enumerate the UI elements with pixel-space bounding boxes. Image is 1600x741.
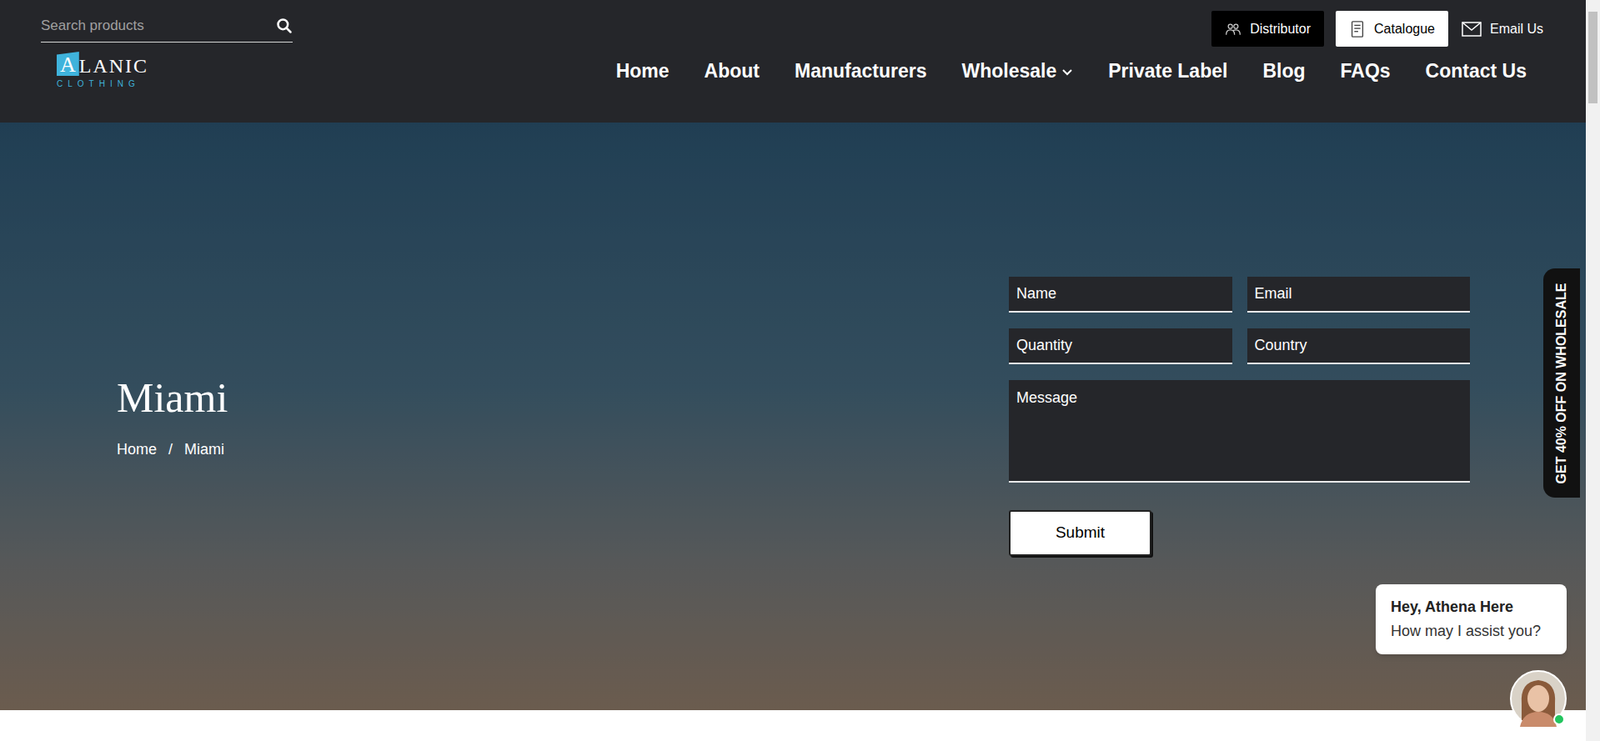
breadcrumb-item: / (168, 438, 173, 462)
wholesale-side-tab[interactable]: GET 40% OFF ON WHOLESALE (1543, 268, 1580, 498)
form-field[interactable] (1247, 276, 1471, 313)
top-action-button[interactable]: Catalogue (1335, 10, 1449, 47)
top-action-label: Distributor (1249, 19, 1311, 40)
nav-label: Private Label (1108, 56, 1228, 86)
nav-label: Blog (1262, 56, 1305, 86)
nav-item[interactable]: FAQs (1340, 56, 1391, 86)
scrollbar[interactable] (1585, 0, 1600, 741)
distributor-icon (1224, 20, 1242, 38)
page-content (0, 710, 1586, 741)
chat-bubble[interactable]: Hey, Athena Here How may I assist you? (1375, 584, 1567, 655)
breadcrumb: Home / Miami (116, 438, 1009, 462)
scrollbar-thumb[interactable] (1588, 11, 1598, 104)
search-input[interactable] (40, 15, 276, 37)
logo[interactable]: A LANIC CLOTHING (56, 51, 149, 91)
catalogue-icon (1349, 20, 1366, 39)
nav-item[interactable]: Home (616, 56, 670, 86)
hero-photo: Miami Home / Miami Submit GET 40% OFF ON W… (0, 122, 1586, 711)
nav-item[interactable]: About (704, 56, 760, 86)
form-field[interactable] (1008, 276, 1233, 313)
message-field[interactable] (1008, 380, 1470, 483)
chat-avatar[interactable] (1509, 670, 1567, 728)
nav-label: Home (616, 56, 670, 86)
search-icon[interactable] (275, 17, 293, 35)
logo-tagline: CLOTHING (56, 77, 149, 91)
top-action-button[interactable]: Distributor (1211, 10, 1325, 47)
breadcrumb-item[interactable]: Home (116, 438, 157, 462)
nav-label: About (704, 56, 760, 86)
top-action-label: Email Us (1489, 19, 1544, 40)
nav-item[interactable]: Private Label (1108, 56, 1228, 86)
nav-label: Contact Us (1425, 56, 1527, 86)
nav-item[interactable]: Manufacturers (794, 56, 927, 86)
nav-item[interactable]: Contact Us (1425, 56, 1527, 86)
page-title: Miami (116, 371, 1009, 425)
form-field[interactable] (1247, 328, 1471, 365)
nav-label: Wholesale (961, 56, 1057, 86)
search-bar[interactable] (40, 15, 293, 43)
chevron-down-icon (1061, 66, 1074, 79)
hero-heading: Miami Home / Miami (116, 371, 1009, 462)
site-header: Distributor Catalogue Email Us A LANIC CLO… (0, 0, 1586, 123)
top-action-label: Catalogue (1374, 19, 1435, 40)
top-action-button[interactable]: Email Us (1459, 10, 1545, 47)
submit-button[interactable]: Submit (1008, 510, 1152, 557)
logo-initial: A (56, 51, 80, 76)
online-status-dot (1553, 713, 1565, 726)
logo-text: LANIC (79, 55, 149, 76)
breadcrumb-item[interactable]: Miami (184, 438, 225, 462)
nav-item[interactable]: Blog (1262, 56, 1305, 86)
chat-message: How may I assist you? (1390, 620, 1552, 643)
top-actions: Distributor Catalogue Email Us (1211, 10, 1545, 47)
nav-label: FAQs (1340, 56, 1391, 86)
chat-title: Hey, Athena Here (1390, 596, 1552, 619)
form-field[interactable] (1008, 328, 1233, 365)
main-nav: Home About Manufacturers Wholesale Private L… (616, 56, 1527, 86)
side-tab-text: GET 40% OFF ON WHOLESALE (1551, 282, 1572, 484)
envelope-icon (1461, 21, 1482, 37)
quote-form: Submit (1008, 276, 1470, 557)
nav-item[interactable]: Wholesale (961, 56, 1074, 86)
page: Distributor Catalogue Email Us A LANIC CLO… (0, 0, 1586, 741)
nav-label: Manufacturers (794, 56, 927, 86)
